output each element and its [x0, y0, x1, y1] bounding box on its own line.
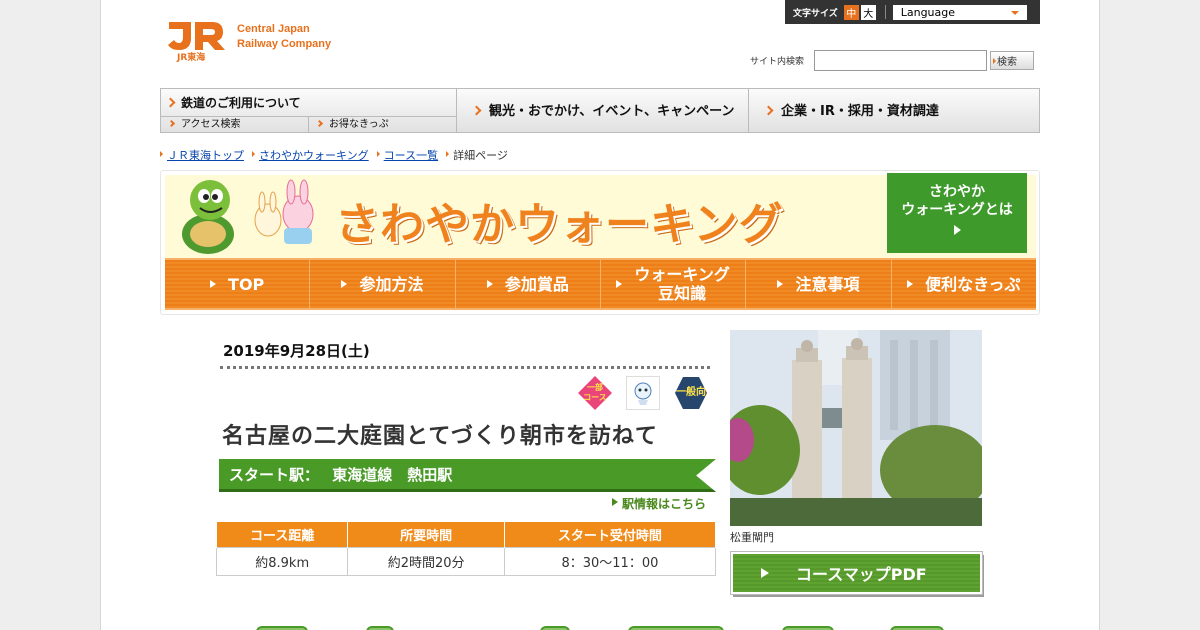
gnav-tourism-label: 観光・おでかけ、イベント、キャンペーン: [489, 104, 735, 119]
course-map-pdf-label: コースマップPDF: [796, 565, 927, 584]
badge-label: 一部 コース: [583, 383, 607, 402]
utility-divider: [884, 5, 886, 19]
walking-nav-label: TOP: [228, 274, 265, 294]
triangle-right-icon: [616, 280, 626, 288]
breadcrumb-item: コース一覧: [376, 147, 438, 163]
walking-nav-label: ウォーキング: [634, 265, 730, 284]
arrow-right-icon: [315, 119, 324, 128]
banner-title: さわやかウォーキング: [335, 199, 784, 250]
walking-nav-notes[interactable]: 注意事項: [746, 260, 892, 308]
triangle-right-icon: [954, 225, 966, 235]
breadcrumb-link-walking[interactable]: さわやかウォーキング: [259, 149, 369, 162]
global-nav: 鉄道のご利用について アクセス検索 お得なきっぷ 観光・おでかけ、イベント、キャ…: [160, 88, 1040, 133]
language-select[interactable]: Language: [892, 4, 1027, 20]
table-header-distance: コース距離: [215, 521, 349, 548]
table-cell-duration: 約2時間20分: [347, 547, 505, 576]
gnav-corporate-label: 企業・IR・採用・資材調達: [781, 104, 939, 119]
search-input[interactable]: [814, 50, 988, 71]
course-info-table: コース距離 所要時間 スタート受付時間 約8.9km 約2時間20分 8：30～…: [215, 521, 717, 576]
course-title: 名古屋の二大庭園とてづくり朝市を訪ねて: [222, 424, 658, 449]
gnav-rail-group: 鉄道のご利用について アクセス検索 お得なきっぷ: [161, 89, 457, 132]
breadcrumb-link-course-list[interactable]: コース一覧: [384, 149, 438, 162]
photo-caption: 松重閘門: [730, 531, 774, 544]
gnav-access-label: アクセス検索: [181, 119, 241, 130]
walking-nav-label: 参加方法: [359, 274, 424, 294]
partial-course-badge-icon: 一部 コース: [578, 376, 612, 410]
logo-text-line2: Railway Company: [237, 38, 332, 50]
breadcrumb-item: ＪＲ東海トップ: [160, 147, 244, 163]
bottom-button-stub: [890, 626, 944, 630]
walking-mascot-badge-icon: [626, 376, 660, 410]
font-size-medium-button[interactable]: 中: [843, 4, 859, 20]
search-button[interactable]: 検索: [990, 51, 1035, 70]
about-walking-button[interactable]: さわやか ウォーキングとは: [887, 173, 1027, 253]
course-photo: [730, 330, 982, 526]
arrow-right-icon: [167, 119, 176, 128]
bottom-button-stub: [628, 626, 724, 630]
table-cell-reception: 8：30～11：00: [503, 547, 717, 576]
table-cell-distance: 約8.9km: [215, 547, 349, 576]
logo-text-line1: Central Japan: [237, 23, 310, 35]
breadcrumb: ＪＲ東海トップ さわやかウォーキング コース一覧 詳細ページ: [160, 147, 516, 163]
dotted-divider: [220, 366, 710, 369]
utility-bar: 文字サイズ 中 大 Language: [785, 0, 1040, 24]
jr-logo-icon: JR東海: [165, 18, 227, 63]
bottom-button-stub: [540, 626, 570, 630]
gnav-tourism[interactable]: 観光・おでかけ、イベント、キャンペーン: [457, 89, 749, 132]
breadcrumb-current: 詳細ページ: [446, 147, 508, 163]
triangle-right-icon: [907, 280, 917, 288]
gnav-tickets-label: お得なきっぷ: [329, 119, 389, 130]
font-size-large-button[interactable]: 大: [860, 4, 876, 20]
arrow-right-icon: [763, 105, 774, 116]
start-station-label: スタート駅：: [229, 466, 320, 484]
walking-nav-top[interactable]: TOP: [165, 260, 311, 308]
logo-text: Central Japan Railway Company: [237, 22, 331, 52]
bottom-button-stub: [256, 626, 308, 630]
breadcrumb-item: さわやかウォーキング: [252, 147, 369, 163]
course-date: 2019年9月28日(土): [223, 342, 370, 360]
triangle-right-icon: [761, 568, 774, 578]
table-row: 約8.9km 約2時間20分 8：30～11：00: [215, 547, 717, 576]
walking-nav-tickets[interactable]: 便利なきっぷ: [892, 260, 1036, 308]
walking-nav-label: 参加賞品: [504, 274, 569, 294]
search-label: サイト内検索: [750, 57, 805, 67]
breadcrumb-link-jr-top[interactable]: ＪＲ東海トップ: [167, 149, 244, 162]
triangle-right-icon: [210, 280, 220, 288]
gnav-discount-tickets[interactable]: お得なきっぷ: [309, 117, 456, 132]
walking-nav-how-to-join[interactable]: 参加方法: [310, 260, 456, 308]
walking-nav-label: 豆知識: [658, 284, 707, 303]
walking-nav-label: 注意事項: [795, 274, 860, 294]
gnav-corporate[interactable]: 企業・IR・採用・資材調達: [749, 89, 1039, 132]
triangle-right-icon: [341, 280, 351, 288]
badge-label: 一般向: [676, 387, 706, 398]
about-walking-label-1: さわやか: [929, 184, 985, 200]
mascot-characters-illustration: [182, 179, 314, 254]
walking-nav: TOP 参加方法 参加賞品 ウォーキング 豆知識 注意事項 便利なきっぷ: [165, 258, 1036, 310]
bottom-button-stub: [782, 626, 834, 630]
walking-nav-tips[interactable]: ウォーキング 豆知識: [601, 260, 747, 308]
font-size-label: 文字サイズ: [793, 8, 838, 19]
jr-central-logo[interactable]: JR東海 Central Japan Railway Company: [165, 18, 331, 63]
start-station-name: 東海道線 熱田駅: [332, 466, 453, 484]
walking-nav-prizes[interactable]: 参加賞品: [456, 260, 601, 308]
table-header-duration: 所要時間: [347, 521, 505, 548]
start-station-bar: スタート駅： 東海道線 熱田駅: [219, 459, 716, 492]
logo-sub-text: JR東海: [176, 51, 205, 62]
triangle-right-icon: [486, 280, 497, 288]
gnav-access-search[interactable]: アクセス検索: [161, 117, 309, 132]
station-info-link[interactable]: 駅情報はこちら: [612, 495, 706, 512]
about-walking-label-2: ウォーキングとは: [901, 202, 1013, 218]
table-header-reception: スタート受付時間: [503, 521, 717, 548]
site-search: サイト内検索 検索: [750, 50, 1035, 71]
arrow-right-icon: [165, 97, 176, 108]
course-map-pdf-button[interactable]: コースマップPDF: [730, 551, 983, 595]
table-header-row: コース距離 所要時間 スタート受付時間: [215, 521, 717, 548]
gnav-rail-label: 鉄道のご利用について: [181, 96, 301, 110]
arrow-right-icon: [471, 105, 482, 116]
bottom-button-stub: [366, 626, 394, 630]
gnav-rail-usage[interactable]: 鉄道のご利用について: [161, 89, 456, 117]
walking-nav-label: 便利なきっぷ: [925, 274, 1021, 294]
general-public-badge-icon: 一般向: [674, 376, 708, 410]
triangle-right-icon: [777, 280, 787, 288]
